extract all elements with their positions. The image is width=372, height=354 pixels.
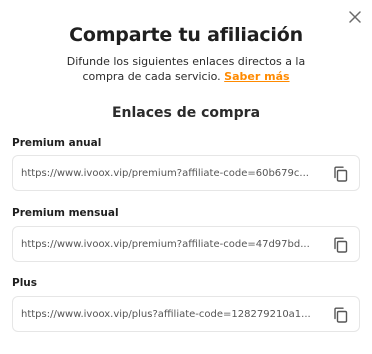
- copy-premium-annual-button[interactable]: [331, 165, 349, 183]
- plus-label: Plus: [12, 277, 38, 289]
- plus-url-input[interactable]: [21, 297, 325, 331]
- section-title: Enlaces de compra: [111, 105, 261, 121]
- premium-monthly-label: Premium mensual: [12, 207, 119, 219]
- copy-icon: [333, 237, 347, 253]
- close-icon: [349, 11, 361, 23]
- premium-annual-label: Premium anual: [12, 137, 102, 149]
- dialog-description: Difunde los siguientes enlaces directos …: [60, 54, 312, 84]
- learn-more-link[interactable]: Saber más: [224, 70, 289, 83]
- copy-plus-button[interactable]: [331, 306, 349, 324]
- premium-monthly-url-input[interactable]: [21, 227, 325, 261]
- premium-annual-url-input[interactable]: [21, 156, 325, 190]
- dialog-title: Comparte tu afiliación: [69, 24, 303, 46]
- copy-icon: [333, 307, 347, 323]
- copy-premium-monthly-button[interactable]: [331, 236, 349, 254]
- copy-icon: [333, 166, 347, 182]
- share-affiliation-dialog: Comparte tu afiliación Difunde los sigui…: [0, 0, 372, 354]
- premium-annual-link-field: [12, 155, 360, 191]
- premium-monthly-link-field: [12, 226, 360, 262]
- plus-link-field: [12, 296, 360, 332]
